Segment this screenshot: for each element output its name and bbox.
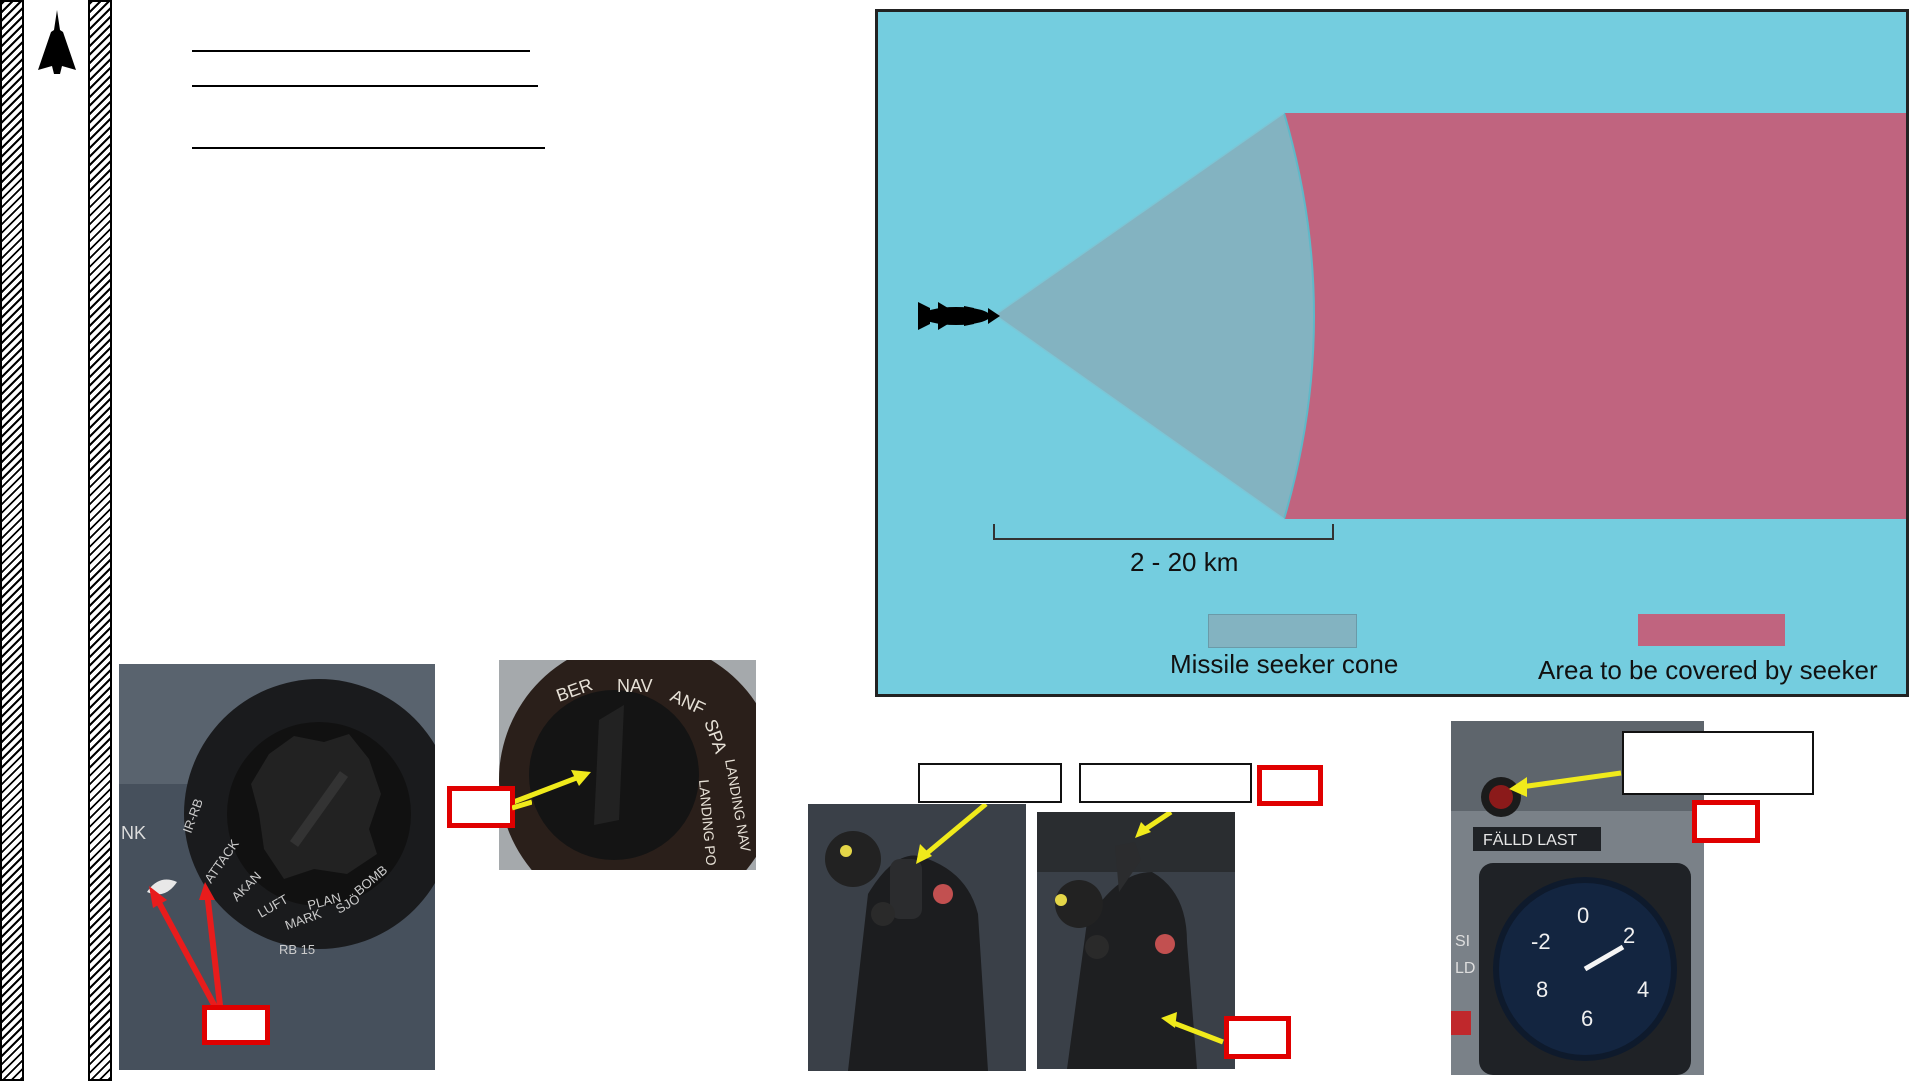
label-box-grip-2 <box>1079 763 1252 803</box>
svg-text:-2: -2 <box>1531 929 1551 954</box>
mode-dial-photo: BER NAV ANF SPA LANDING NAV LANDING PO <box>499 660 756 870</box>
svg-text:2: 2 <box>1623 923 1635 948</box>
placard-text: FÄLLD LAST <box>1483 831 1577 849</box>
label-box-grip-1 <box>918 763 1062 803</box>
svg-text:LD: LD <box>1455 960 1475 977</box>
range-bracket <box>993 524 1334 540</box>
callout-box-grip-top <box>1257 765 1323 806</box>
svg-text:4: 4 <box>1637 977 1649 1002</box>
callout-box-gauge <box>1692 800 1760 843</box>
svg-text:8: 8 <box>1536 977 1548 1002</box>
callout-box-grip-bottom <box>1224 1016 1291 1059</box>
label-box-gauge <box>1622 731 1814 795</box>
mode-label-nav: NAV <box>617 676 653 696</box>
dial-label-rb15: RB 15 <box>279 942 315 957</box>
svg-text:6: 6 <box>1581 1006 1593 1031</box>
seeker-cone <box>995 113 1314 519</box>
sidebar-stripe-right <box>88 0 112 1081</box>
sidebar-stripe-left <box>0 0 24 1081</box>
seeker-coverage-diagram: 2 - 20 km Missile seeker cone Area to be… <box>875 9 1909 697</box>
stick-grip-photo-1 <box>808 804 1026 1071</box>
title-line-2 <box>192 85 538 87</box>
svg-text:0: 0 <box>1577 903 1589 928</box>
title-line-1 <box>192 50 530 52</box>
callout-box-mode <box>447 786 515 828</box>
coverage-area <box>1284 113 1906 519</box>
aircraft-silhouette-icon <box>38 10 76 74</box>
svg-text:SI: SI <box>1455 933 1470 950</box>
selector-dial-photo: NK IR-RB ATTACK AKAN LUFT MARK PLAN SJÖ … <box>119 664 435 1070</box>
legend-swatch-cone <box>1208 614 1357 648</box>
callout-box-dial <box>202 1005 270 1045</box>
dial-label-nk: NK <box>121 823 146 843</box>
missile-icon <box>918 302 1000 330</box>
legend-swatch-area <box>1638 614 1785 646</box>
stick-grip-photo-2 <box>1037 812 1235 1069</box>
range-label: 2 - 20 km <box>1130 547 1239 577</box>
title-line-3 <box>192 147 545 149</box>
legend-label-cone: Missile seeker cone <box>1170 649 1399 679</box>
legend-label-area: Area to be covered by seeker <box>1538 655 1878 685</box>
